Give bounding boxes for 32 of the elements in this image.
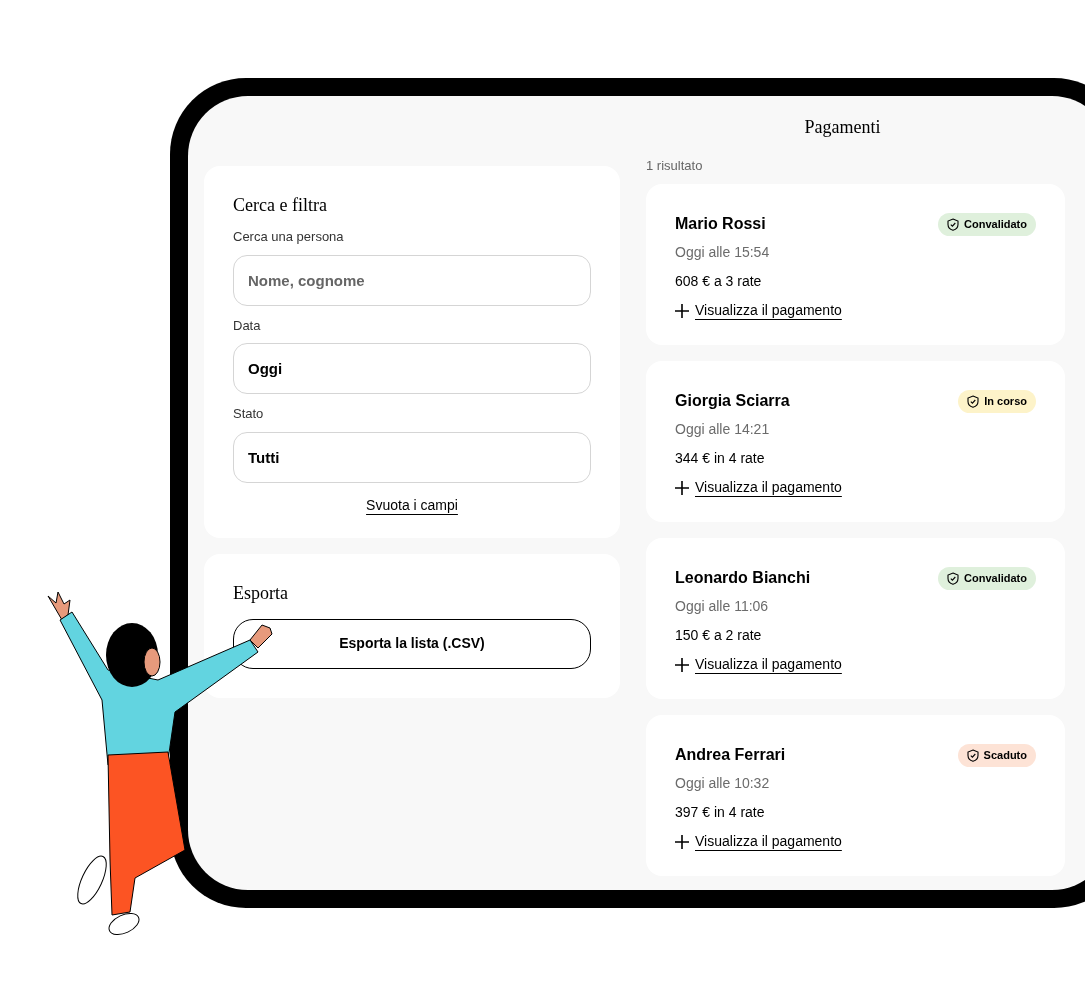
section-title: Cerca e filtra [233,194,328,217]
results-count: 1 risultato [646,157,704,175]
input-field[interactable]: Tutti [233,431,591,483]
payment-amount: 608 € a 3 rate [675,272,763,291]
payment-time: Oggi alle 14:21 [675,420,771,439]
view-payment-link[interactable]: Visualizza il pagamento [695,831,842,852]
input-field[interactable]: Oggi [233,343,591,394]
payment-time: Oggi alle 11:06 [675,597,770,616]
status-badge: In corso [958,389,1036,413]
view-payment-link[interactable]: Visualizza il pagamento [695,300,842,321]
payment-amount: 150 € a 2 rate [675,626,763,645]
customer-name: Giorgia Sciarra [675,391,790,411]
payment-amount: 344 € in 4 rate [675,449,766,468]
payment-time: Oggi alle 10:32 [675,774,771,793]
view-payment-link[interactable]: Visualizza il pagamento [695,477,842,498]
customer-name: Mario Rossi [675,214,766,234]
clear-fields-link[interactable]: Svuota i campi [366,494,458,516]
field-label: Cerca una persona [233,228,345,246]
customer-name: Leonardo Bianchi [675,568,811,588]
payment-time: Oggi alle 15:54 [675,243,771,262]
status-badge: Convalidato [938,212,1036,236]
view-payment-link[interactable]: Visualizza il pagamento [695,654,842,675]
section-title: Esporta [233,581,289,605]
field-label: Data [233,316,262,335]
field-label: Stato [233,405,265,423]
export-button[interactable]: Esporta la lista (.CSV) [233,618,591,669]
input-field[interactable]: Nome, cognome [233,254,591,306]
status-badge: Convalidato [938,566,1036,590]
page-title: Pagamenti [803,116,882,139]
status-badge: Scaduto [957,743,1036,767]
customer-name: Andrea Ferrari [675,745,786,765]
payment-amount: 397 € in 4 rate [675,803,766,822]
